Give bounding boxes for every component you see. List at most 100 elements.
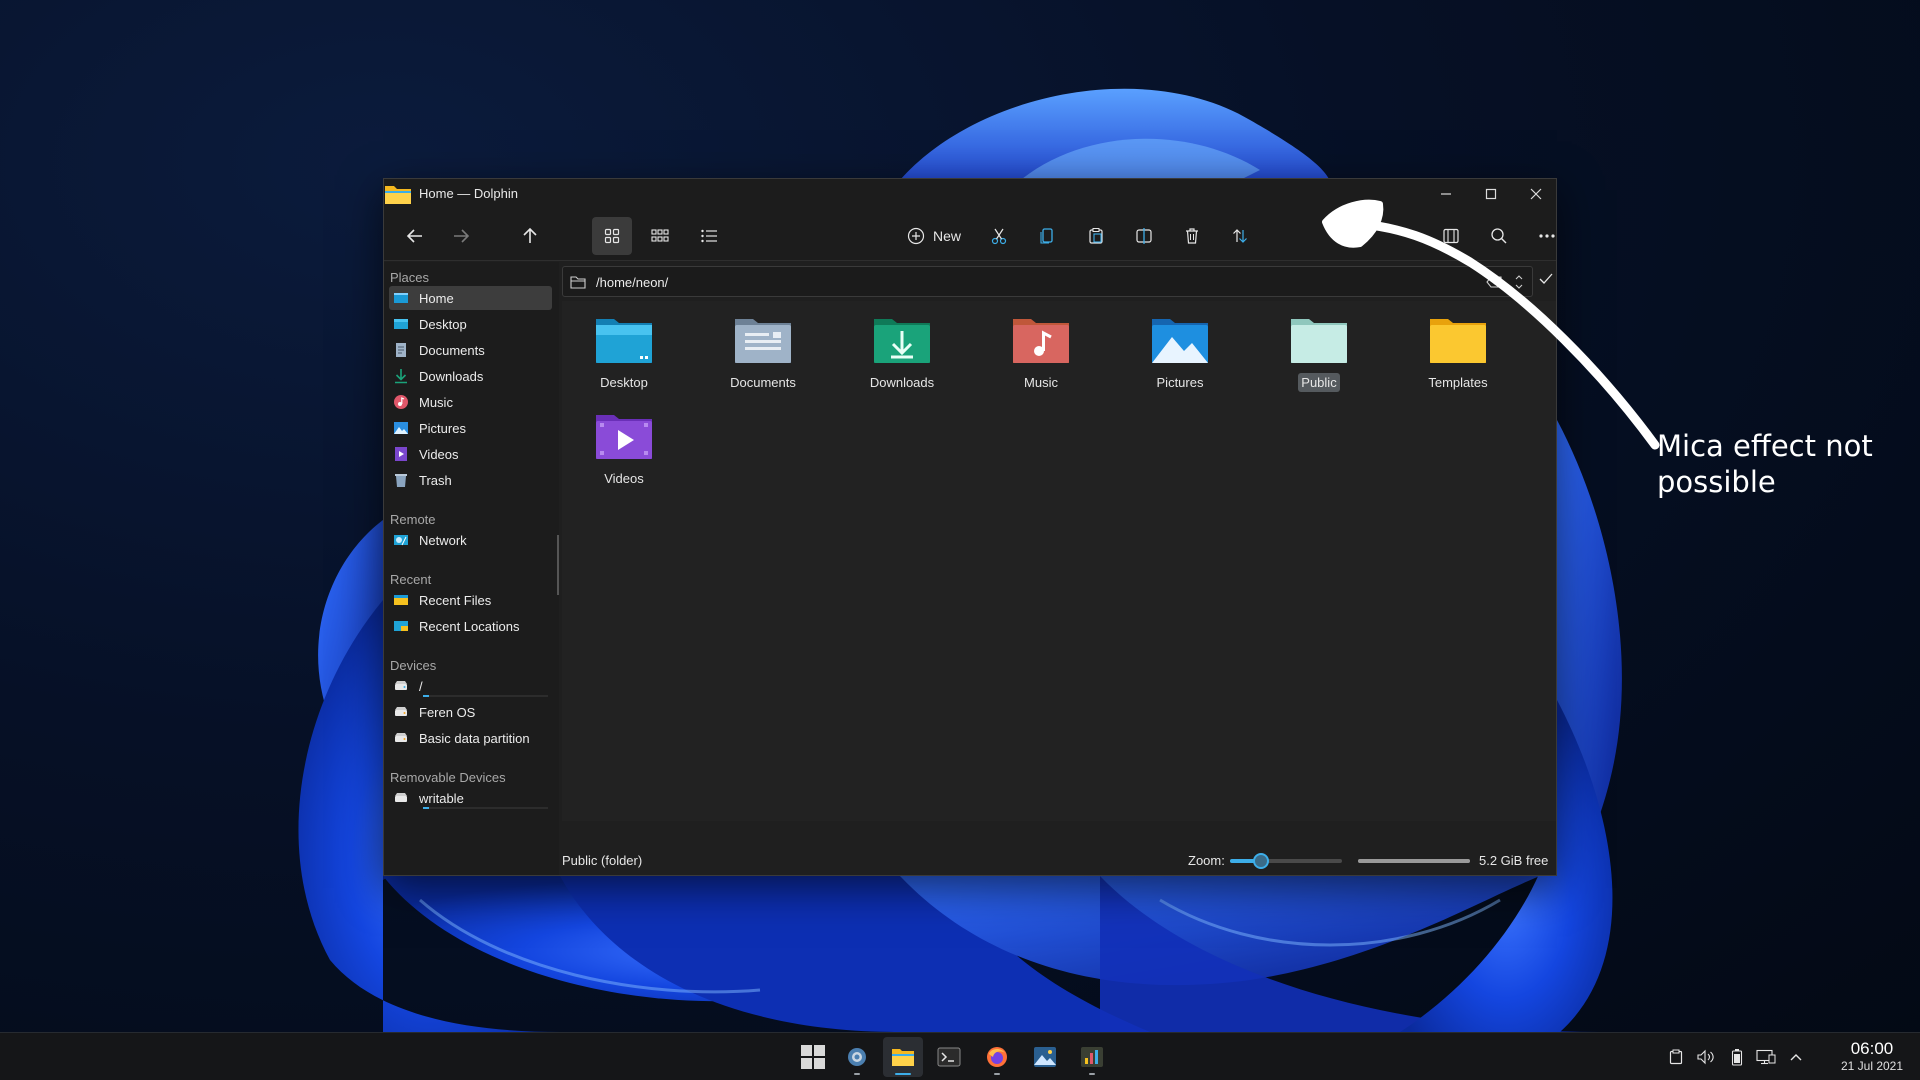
clock-time: 06:00: [1850, 1039, 1894, 1058]
sidebar-item-pictures[interactable]: Pictures: [389, 416, 552, 440]
file-item-videos[interactable]: Videos: [564, 407, 684, 497]
taskbar-firefox[interactable]: [977, 1037, 1017, 1077]
taskbar-file-manager[interactable]: [883, 1037, 923, 1077]
tray-display[interactable]: [1756, 1047, 1776, 1067]
file-item-pictures[interactable]: Pictures: [1120, 311, 1240, 401]
sidebar-item-recent-files[interactable]: Recent Files: [389, 588, 552, 612]
zoom-slider-handle[interactable]: [1253, 853, 1270, 869]
cut-button[interactable]: [981, 217, 1017, 255]
taskbar-image-viewer[interactable]: [1025, 1037, 1065, 1077]
maximize-button[interactable]: [1469, 179, 1513, 209]
new-button-label: New: [932, 228, 961, 244]
minimize-button[interactable]: [1424, 179, 1468, 209]
file-item-templates[interactable]: Templates: [1398, 311, 1518, 401]
sidebar-item-network[interactable]: Network: [389, 528, 552, 552]
new-icon: [907, 227, 925, 245]
confirm-path-icon[interactable]: [1538, 271, 1554, 287]
recent-section-title: Recent: [390, 572, 432, 587]
sidebar-item-root[interactable]: /: [389, 674, 552, 698]
folder-downloads-icon: [874, 319, 930, 363]
titlebar[interactable]: Home — Dolphin: [384, 179, 1556, 209]
file-item-label-text: Desktop: [600, 375, 648, 390]
sidebar-item-label: Downloads: [419, 368, 484, 384]
sidebar-item-trash[interactable]: Trash: [389, 468, 552, 492]
file-item-public[interactable]: Public: [1259, 311, 1379, 401]
sort-button[interactable]: [1222, 217, 1258, 255]
location-bar[interactable]: /home/neon/: [562, 266, 1533, 297]
paste-button[interactable]: [1078, 217, 1114, 255]
icons-view-button[interactable]: [592, 217, 632, 255]
sidebar-item-desktop[interactable]: Desktop: [389, 312, 552, 336]
folder-documents-icon: [735, 319, 791, 363]
new-button[interactable]: New: [899, 217, 969, 255]
compact-view-icon: [651, 229, 669, 242]
search-button[interactable]: [1481, 217, 1517, 255]
tray-expand[interactable]: [1786, 1047, 1806, 1067]
tray-battery[interactable]: [1727, 1047, 1747, 1067]
places-panel: Places Home Desktop Documents Downloads …: [384, 262, 559, 875]
window-title: Home — Dolphin: [419, 186, 518, 201]
taskbar-terminal[interactable]: [929, 1037, 969, 1077]
zoom-slider[interactable]: [1230, 853, 1342, 869]
clock-date: 21 Jul 2021: [1840, 1059, 1904, 1073]
disk-usage-bar: [423, 807, 430, 809]
up-button[interactable]: [511, 217, 549, 255]
folder-icon: [570, 276, 586, 289]
sidebar-item-home[interactable]: Home: [389, 286, 552, 310]
taskbar-clock[interactable]: 06:00 21 Jul 2021: [1832, 1040, 1912, 1074]
copy-button[interactable]: [1029, 217, 1065, 255]
details-view-button[interactable]: [689, 217, 729, 255]
chevron-up-icon: [1790, 1054, 1802, 1061]
start-button[interactable]: [793, 1037, 833, 1077]
running-indicator: [994, 1073, 1000, 1075]
tray-clipboard[interactable]: [1666, 1047, 1686, 1067]
recent-locations-icon: [394, 621, 408, 631]
close-button[interactable]: [1514, 179, 1558, 209]
clear-text-icon[interactable]: [1486, 275, 1502, 289]
file-item-label: Documents: [703, 375, 823, 390]
file-item-label-text: Music: [1024, 375, 1058, 390]
up-icon: [523, 227, 537, 243]
split-view-button[interactable]: [1433, 217, 1469, 255]
sidebar-item-label: Trash: [419, 472, 452, 488]
taskbar-system-monitor[interactable]: [1072, 1037, 1112, 1077]
taskbar-settings[interactable]: [837, 1037, 877, 1077]
disk-space-fill: [1358, 859, 1470, 863]
tray-volume[interactable]: [1696, 1047, 1716, 1067]
free-space-label: 5.2 GiB free: [1479, 853, 1549, 868]
sidebar-item-writable[interactable]: writable: [389, 786, 552, 810]
back-button[interactable]: [396, 217, 434, 255]
file-item-desktop[interactable]: Desktop: [564, 311, 684, 401]
location-path[interactable]: /home/neon/: [596, 275, 668, 290]
sidebar-item-documents[interactable]: Documents: [389, 338, 552, 362]
folder-videos-icon: [596, 415, 652, 459]
menu-button[interactable]: [1529, 217, 1565, 255]
rename-button[interactable]: [1126, 217, 1162, 255]
sidebar-item-videos[interactable]: Videos: [389, 442, 552, 466]
paste-icon: [1089, 228, 1103, 244]
sidebar-item-label: Videos: [419, 446, 459, 462]
sidebar-item-basic-data-partition[interactable]: Basic data partition: [389, 726, 552, 750]
sidebar-scrollbar[interactable]: [557, 535, 559, 595]
sidebar-item-downloads[interactable]: Downloads: [389, 364, 552, 388]
removable-section-title: Removable Devices: [390, 770, 506, 785]
delete-button[interactable]: [1174, 217, 1210, 255]
status-bar: Public (folder) Zoom: 5.2 GiB free: [562, 844, 1556, 876]
file-view[interactable]: Desktop Documents Downloads Music Pictures Pu…: [562, 301, 1556, 821]
sidebar-item-feren-os[interactable]: Feren OS: [389, 700, 552, 724]
file-item-downloads[interactable]: Downloads: [842, 311, 962, 401]
file-item-documents[interactable]: Documents: [703, 311, 823, 401]
folder-templates-icon: [1430, 319, 1486, 363]
history-updown-icon[interactable]: [1514, 273, 1524, 291]
recent-files-icon: [394, 595, 408, 605]
battery-icon: [1731, 1049, 1743, 1066]
sidebar-item-music[interactable]: Music: [389, 390, 552, 414]
forward-button[interactable]: [442, 217, 480, 255]
image-viewer-icon: [1034, 1047, 1056, 1067]
sidebar-item-label: Documents: [419, 342, 485, 358]
drive-icon: [395, 707, 407, 716]
taskbar: 06:00 21 Jul 2021: [0, 1032, 1920, 1080]
file-item-music[interactable]: Music: [981, 311, 1101, 401]
compact-view-button[interactable]: [640, 217, 680, 255]
sidebar-item-recent-locations[interactable]: Recent Locations: [389, 614, 552, 638]
